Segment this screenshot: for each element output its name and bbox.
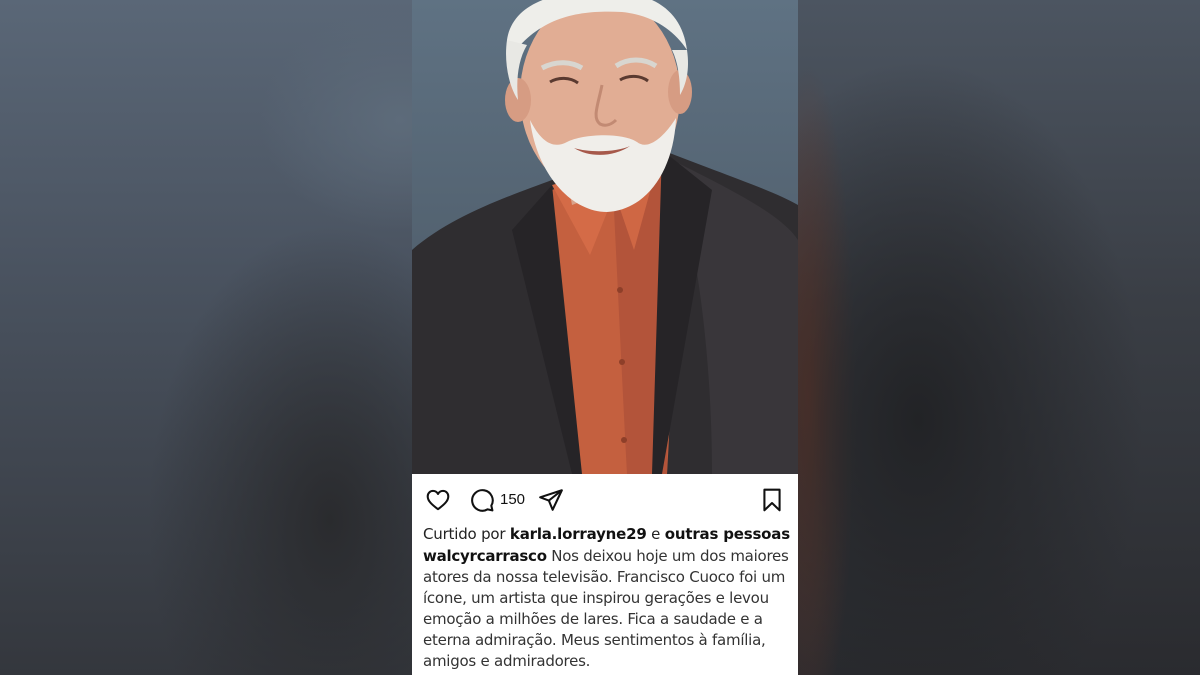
portrait-illustration bbox=[412, 0, 798, 474]
share-button[interactable] bbox=[538, 487, 564, 513]
comment-count: 150 bbox=[500, 491, 526, 508]
liked-by-others-link[interactable]: outras pessoas bbox=[665, 525, 790, 543]
instagram-post: 150 Curtido por karla.lorrayne29 e outra… bbox=[412, 0, 798, 675]
heart-icon bbox=[426, 489, 450, 511]
comment-bubble-icon bbox=[471, 489, 494, 512]
post-photo bbox=[412, 0, 798, 474]
like-button[interactable] bbox=[425, 487, 451, 513]
blurred-backdrop-left bbox=[0, 0, 412, 675]
post-caption: walcyrcarrasco Nos deixou hoje um dos ma… bbox=[423, 546, 791, 672]
liked-by-prefix: Curtido por bbox=[423, 525, 506, 543]
blurred-backdrop-right bbox=[798, 0, 1200, 675]
post-action-bar: 150 bbox=[412, 474, 798, 524]
comment-button[interactable] bbox=[469, 487, 495, 513]
caption-username-link[interactable]: walcyrcarrasco bbox=[423, 547, 547, 565]
bookmark-icon bbox=[763, 488, 781, 512]
paper-plane-icon bbox=[539, 489, 563, 511]
liked-by-line: Curtido por karla.lorrayne29 e outras pe… bbox=[423, 525, 793, 543]
liked-by-user-link[interactable]: karla.lorrayne29 bbox=[510, 525, 647, 543]
liked-by-joiner: e bbox=[651, 525, 661, 543]
caption-text: Nos deixou hoje um dos maiores atores da… bbox=[423, 547, 789, 670]
save-button[interactable] bbox=[759, 487, 785, 513]
